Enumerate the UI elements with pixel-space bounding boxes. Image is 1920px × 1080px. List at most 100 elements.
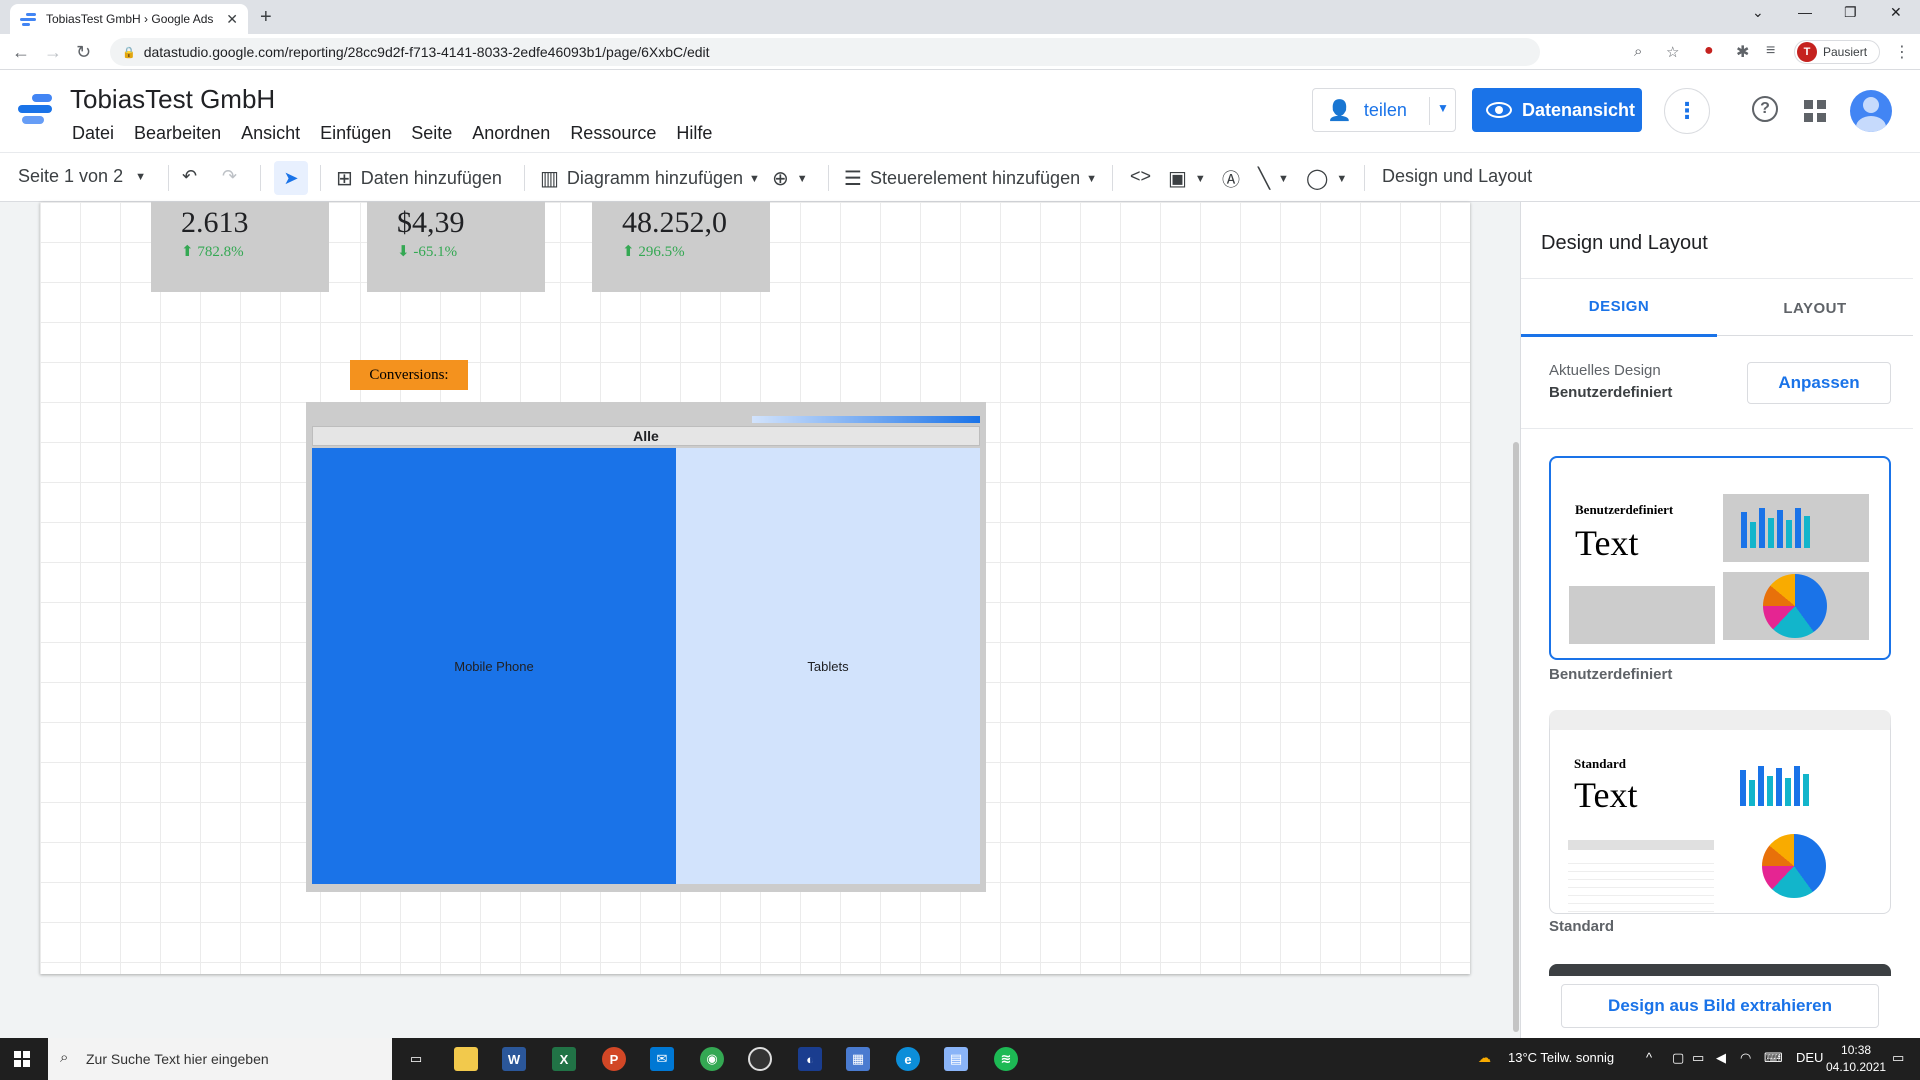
menu-einfuegen[interactable]: Einfügen	[310, 123, 401, 144]
restore-icon[interactable]: ❐	[1844, 4, 1857, 21]
profile-button[interactable]: T Pausiert	[1794, 40, 1880, 64]
scorecard-value: 2.613	[181, 206, 249, 239]
image-button[interactable]: ▣ ▼	[1168, 166, 1206, 191]
back-icon[interactable]: ←	[12, 42, 30, 63]
more-options-button[interactable]: ⋮	[1664, 88, 1710, 134]
close-window-icon[interactable]: ✕	[1890, 4, 1902, 21]
powerpoint-icon[interactable]: P	[602, 1047, 626, 1071]
reload-icon[interactable]: ↻	[76, 42, 91, 63]
theme-card-text: Text	[1575, 523, 1639, 563]
add-chart-button[interactable]: ▥ Diagramm hinzufügen ▼	[540, 166, 760, 191]
menu-datei[interactable]: Datei	[62, 123, 124, 144]
scorecard[interactable]: $4,39 ⬇ -65.1%	[367, 202, 545, 292]
treemap-chart[interactable]: Alle Mobile Phone Tablets	[306, 402, 986, 892]
volume-icon[interactable]: ◀	[1716, 1050, 1726, 1066]
chrome-icon[interactable]: ◉	[700, 1047, 724, 1071]
data-studio-logo-icon[interactable]	[18, 92, 54, 126]
tab-design[interactable]: DESIGN	[1521, 279, 1717, 337]
tab-layout[interactable]: LAYOUT	[1717, 279, 1913, 337]
language-indicator[interactable]: DEU	[1796, 1050, 1823, 1065]
canvas-scrollbar[interactable]	[1512, 202, 1520, 1038]
edge-icon[interactable]: e	[896, 1047, 920, 1071]
url-input[interactable]: 🔒 datastudio.google.com/reporting/28cc9d…	[110, 38, 1679, 66]
weather-icon[interactable]: ☁	[1478, 1050, 1491, 1066]
menu-ressource[interactable]: Ressource	[560, 123, 666, 144]
browser-menu-icon[interactable]: ⋮	[1894, 42, 1910, 62]
add-data-icon: ⊞	[336, 168, 353, 190]
extensions-puzzle-icon[interactable]: ✱	[1736, 42, 1749, 62]
minimize-icon[interactable]: —	[1798, 4, 1812, 20]
forward-icon[interactable]: →	[44, 42, 62, 63]
obs-icon[interactable]	[748, 1047, 772, 1071]
account-avatar[interactable]	[1850, 90, 1892, 132]
excel-icon[interactable]: X	[552, 1047, 576, 1071]
menu-hilfe[interactable]: Hilfe	[666, 123, 722, 144]
current-design-value: Benutzerdefiniert	[1549, 384, 1673, 401]
reading-list-icon[interactable]: ≡	[1766, 42, 1775, 60]
add-control-button[interactable]: ☰ Steuerelement hinzufügen ▼	[844, 166, 1097, 191]
add-data-button[interactable]: ⊞ Daten hinzufügen	[336, 166, 502, 191]
bookmark-star-icon[interactable]: ☆	[1666, 43, 1679, 61]
theme-layout-button[interactable]: Design und Layout	[1382, 166, 1532, 187]
menu-anordnen[interactable]: Anordnen	[462, 123, 560, 144]
app-icon[interactable]: ▤	[944, 1047, 968, 1071]
theme-card-custom[interactable]: Benutzerdefiniert Text	[1549, 456, 1891, 660]
windows-start-icon[interactable]	[14, 1051, 30, 1067]
meet-now-icon[interactable]: ▢	[1672, 1050, 1684, 1066]
notifications-icon[interactable]: ▭	[1892, 1050, 1904, 1066]
menu-bearbeiten[interactable]: Bearbeiten	[124, 123, 231, 144]
search-icon: ⌕	[60, 1049, 69, 1066]
menu-seite[interactable]: Seite	[401, 123, 462, 144]
task-view-icon[interactable]: ▭	[404, 1047, 428, 1071]
conversions-label[interactable]: Conversions:	[350, 360, 468, 390]
weather-text[interactable]: 13°C Teilw. sonnig	[1508, 1050, 1614, 1065]
tab-close-icon[interactable]: ✕	[226, 11, 238, 28]
customize-button[interactable]: Anpassen	[1747, 362, 1891, 404]
shapes-icon: ◯	[1306, 168, 1329, 190]
select-tool-icon[interactable]: ➤	[274, 161, 308, 195]
redo-icon[interactable]: ↷	[222, 166, 237, 187]
keyboard-icon[interactable]: ⌨	[1764, 1050, 1783, 1066]
network-icon[interactable]: ◠	[1740, 1050, 1751, 1066]
chevron-up-icon[interactable]: ^	[1646, 1050, 1652, 1065]
file-explorer-icon[interactable]	[454, 1047, 478, 1071]
view-mode-button[interactable]: Datenansicht	[1472, 88, 1642, 132]
share-button[interactable]: 👤 teilen ▼	[1312, 88, 1456, 132]
treemap-cell-tablets[interactable]: Tablets	[676, 448, 980, 884]
report-page: 2.613 ⬆ 782.8% $4,39 ⬇ -65.1% 48.252,0 ⬆…	[40, 202, 1470, 974]
theme-card-dark[interactable]	[1549, 964, 1891, 976]
battery-icon[interactable]: ▭	[1692, 1050, 1704, 1066]
spotify-icon[interactable]: ≋	[994, 1047, 1018, 1071]
new-tab-button[interactable]: +	[260, 6, 272, 29]
apps-grid-icon[interactable]	[1804, 100, 1826, 122]
scorecard[interactable]: 48.252,0 ⬆ 296.5%	[592, 202, 770, 292]
page-navigator[interactable]: Seite 1 von 2 ▼	[18, 166, 146, 187]
clock-time: 10:38	[1841, 1043, 1872, 1057]
word-icon[interactable]: W	[502, 1047, 526, 1071]
share-dropdown-icon[interactable]: ▼	[1437, 101, 1449, 115]
browser-tab[interactable]: TobiasTest GmbH › Google Ads ✕	[10, 4, 248, 34]
theme-card-standard[interactable]: Standard Text	[1549, 710, 1891, 914]
line-button[interactable]: ╲ ▼	[1258, 166, 1289, 191]
treemap-cell-mobile-phone[interactable]: Mobile Phone	[312, 448, 676, 884]
tab-search-icon[interactable]: ⌄	[1752, 4, 1764, 21]
clock[interactable]: 10:38 04.10.2021	[1826, 1042, 1886, 1076]
app-icon[interactable]: ▦	[846, 1047, 870, 1071]
taskbar-search-input[interactable]: ⌕ Zur Suche Text hier eingeben	[48, 1038, 392, 1080]
undo-icon[interactable]: ↶	[182, 166, 197, 187]
embed-code-icon[interactable]: <>	[1130, 166, 1151, 187]
extension-icon[interactable]: ●	[1704, 42, 1714, 60]
community-viz-button[interactable]: ⊕ ▼	[772, 166, 808, 191]
menu-ansicht[interactable]: Ansicht	[231, 123, 310, 144]
app-icon[interactable]: ◐	[798, 1047, 822, 1071]
report-title[interactable]: TobiasTest GmbH	[70, 84, 275, 115]
treemap-header[interactable]: Alle	[312, 426, 980, 446]
extract-theme-button[interactable]: Design aus Bild extrahieren	[1561, 984, 1879, 1028]
help-icon[interactable]: ?	[1752, 96, 1778, 122]
text-box-icon[interactable]: Ⓐ	[1222, 166, 1240, 192]
mail-icon[interactable]: ✉	[650, 1047, 674, 1071]
zoom-icon[interactable]: ⌕	[1634, 43, 1642, 60]
shape-button[interactable]: ◯ ▼	[1306, 166, 1347, 191]
chevron-down-icon: ▼	[1278, 172, 1289, 185]
scorecard[interactable]: 2.613 ⬆ 782.8%	[151, 202, 329, 292]
